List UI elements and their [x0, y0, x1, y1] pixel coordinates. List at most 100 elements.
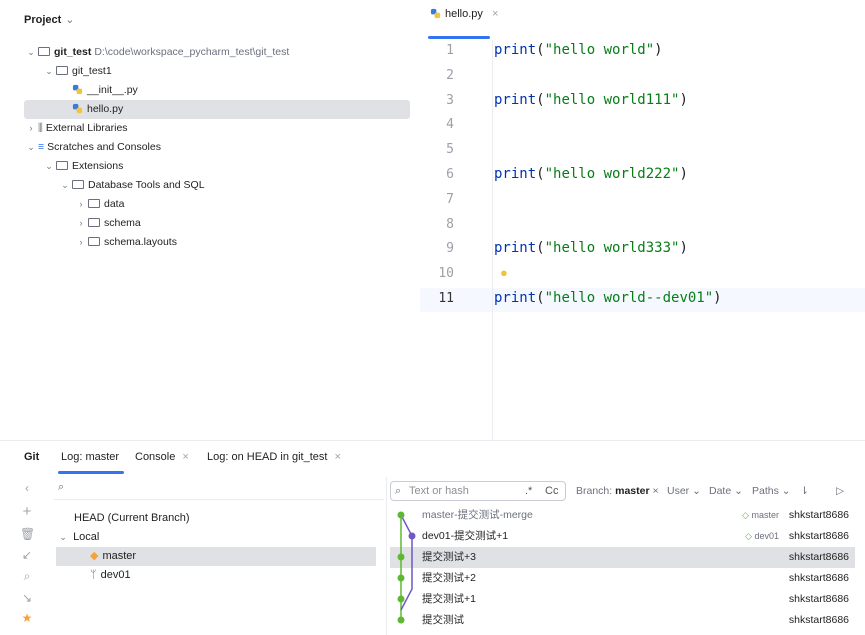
- close-icon[interactable]: ×: [182, 451, 188, 463]
- commit-tag-label: dev01: [754, 531, 779, 541]
- chevron-down-icon[interactable]: ⌄: [65, 14, 74, 26]
- close-icon[interactable]: ×: [652, 485, 658, 497]
- commit-author: shkstart8686: [788, 572, 849, 584]
- update-icon[interactable]: ↘: [20, 591, 34, 605]
- active-tab-indicator: [428, 36, 490, 39]
- code-line[interactable]: print("hello world111"): [494, 92, 688, 108]
- commit-row[interactable]: dev01-提交测试+1 ◇ dev01 shkstart8686: [390, 526, 855, 547]
- project-panel: Project ⌄ ⌄ git_test D:\code\workspace_pych…: [0, 0, 420, 440]
- tag-icon: ◆: [90, 550, 99, 562]
- branch-dev01[interactable]: ᛘ dev01: [56, 566, 376, 585]
- paths-filter[interactable]: Paths ⌄: [752, 485, 791, 497]
- commit-row[interactable]: 提交测试+2 shkstart8686: [390, 568, 855, 589]
- user-filter[interactable]: User ⌄: [667, 485, 701, 497]
- code-string: "hello world222": [544, 166, 680, 182]
- tree-item-label: data: [104, 198, 125, 210]
- tree-item-git-test[interactable]: ⌄ git_test D:\code\workspace_pycharm_test\…: [24, 43, 410, 62]
- add-icon[interactable]: +: [20, 503, 34, 520]
- line-number: 9: [446, 241, 454, 257]
- editor-panel: hello.py × 1 print("hello world") 2 3 print(…: [420, 0, 865, 440]
- tree-item-label: schema: [104, 217, 141, 229]
- tab-log-master[interactable]: Log: master: [61, 451, 119, 463]
- tree-item-schema-layouts[interactable]: › schema.layouts: [24, 233, 410, 252]
- tree-item-hello-py[interactable]: hello.py: [24, 100, 410, 119]
- tree-item-init-py[interactable]: __init__.py: [24, 81, 410, 100]
- tree-item-database-tools[interactable]: ⌄ Database Tools and SQL: [24, 176, 410, 195]
- case-toggle[interactable]: Cc: [545, 485, 558, 497]
- commit-row[interactable]: 提交测试+3 shkstart8686: [390, 547, 855, 568]
- lightbulb-icon[interactable]: ●: [500, 265, 508, 280]
- branch-filter-value: master: [615, 485, 650, 497]
- commit-row[interactable]: 提交测试 shkstart8686: [390, 610, 855, 631]
- line-number: 10: [438, 266, 454, 282]
- python-file-icon: [430, 8, 441, 19]
- branch-head[interactable]: HEAD (Current Branch): [56, 509, 376, 528]
- active-tab-indicator: [58, 471, 124, 474]
- commit-message: master-提交测试-merge: [422, 509, 533, 521]
- delete-icon[interactable]: 🗑: [20, 527, 35, 541]
- tab-label: Log: on HEAD in git_test: [207, 451, 328, 463]
- commit-tag: ◇ master: [742, 505, 779, 526]
- branch-master[interactable]: ◆ master: [56, 547, 376, 566]
- regex-toggle[interactable]: .*: [525, 485, 532, 497]
- chevron-down-icon[interactable]: ⌄: [58, 176, 72, 195]
- code-string: "hello world--dev01": [544, 290, 714, 306]
- tree-item-external-libraries[interactable]: › ⫼ External Libraries: [24, 119, 410, 138]
- branch-label: dev01: [100, 569, 131, 581]
- chevron-right-icon[interactable]: ›: [24, 119, 38, 138]
- sort-icon[interactable]: ⇂: [800, 485, 809, 497]
- star-icon[interactable]: ★: [20, 611, 34, 625]
- chevron-down-icon[interactable]: ⌄: [42, 157, 56, 176]
- date-filter[interactable]: Date ⌄: [709, 485, 743, 497]
- pane-divider: [386, 477, 387, 635]
- tree-item-extensions[interactable]: ⌄ Extensions: [24, 157, 410, 176]
- code-line[interactable]: print("hello world"): [494, 42, 663, 58]
- folder-icon: [88, 237, 100, 246]
- text-or-hash-input[interactable]: ⌕ Text or hash .* Cc: [390, 481, 566, 501]
- log-pane: ⌕ Text or hash .* Cc Branch: master × Us…: [390, 477, 865, 635]
- chevron-down-icon[interactable]: ⌄: [56, 528, 70, 547]
- branch-filter[interactable]: Branch: master ×: [576, 485, 659, 497]
- close-icon[interactable]: ×: [335, 451, 341, 463]
- library-icon: ⫼: [38, 122, 43, 134]
- branch-search-input[interactable]: ⌕: [54, 479, 384, 500]
- branches-pane: ⌕ HEAD (Current Branch) ⌄ Local ◆ master …: [46, 477, 386, 635]
- chevron-down-icon[interactable]: ⌄: [24, 43, 38, 62]
- tree-item-data[interactable]: › data: [24, 195, 410, 214]
- tree-item-label: Extensions: [72, 160, 124, 172]
- editor-tab-hello-py[interactable]: hello.py ×: [428, 8, 498, 39]
- tab-log-head[interactable]: Log: on HEAD in git_test ×: [207, 451, 341, 463]
- tree-item-git-test1[interactable]: ⌄ git_test1: [24, 62, 410, 81]
- code-line[interactable]: print("hello world--dev01"): [494, 290, 722, 306]
- tab-console[interactable]: Console ×: [135, 451, 189, 463]
- tree-item-schema[interactable]: › schema: [24, 214, 410, 233]
- close-icon[interactable]: ×: [492, 8, 498, 20]
- git-panel-title: Git: [24, 451, 40, 463]
- collapse-icon[interactable]: ‹: [20, 481, 34, 495]
- commit-row[interactable]: 提交测试+1 shkstart8686: [390, 589, 855, 610]
- chevron-down-icon[interactable]: ⌄: [42, 62, 56, 81]
- commit-tag: ◇ dev01: [745, 526, 779, 547]
- chevron-down-icon[interactable]: ⌄: [24, 138, 38, 157]
- fetch-icon[interactable]: ↙: [20, 548, 34, 562]
- branch-label: master: [102, 550, 137, 562]
- run-icon[interactable]: ▷: [836, 485, 844, 497]
- commit-row[interactable]: master-提交测试-merge ◇ master shkstart8686: [390, 505, 855, 526]
- project-header[interactable]: Project ⌄: [24, 13, 75, 26]
- line-number: 8: [446, 216, 454, 232]
- chevron-right-icon[interactable]: ›: [74, 214, 88, 233]
- code-line[interactable]: print("hello world222"): [494, 166, 688, 182]
- chevron-right-icon[interactable]: ›: [74, 233, 88, 252]
- folder-icon: [72, 180, 84, 189]
- code-line[interactable]: print("hello world333"): [494, 240, 688, 256]
- line-number: 6: [446, 167, 454, 182]
- commit-author: shkstart8686: [788, 614, 849, 626]
- commit-message: 提交测试+2: [422, 572, 476, 584]
- branch-group-local[interactable]: ⌄ Local: [56, 528, 376, 547]
- search-icon[interactable]: ⌕: [20, 569, 34, 584]
- tree-item-scratches[interactable]: ⌄ ≡ Scratches and Consoles: [24, 138, 410, 157]
- tree-item-label: schema.layouts: [104, 236, 177, 248]
- gutter-divider: [492, 40, 493, 440]
- tag-icon: ◇: [745, 531, 752, 541]
- chevron-right-icon[interactable]: ›: [74, 195, 88, 214]
